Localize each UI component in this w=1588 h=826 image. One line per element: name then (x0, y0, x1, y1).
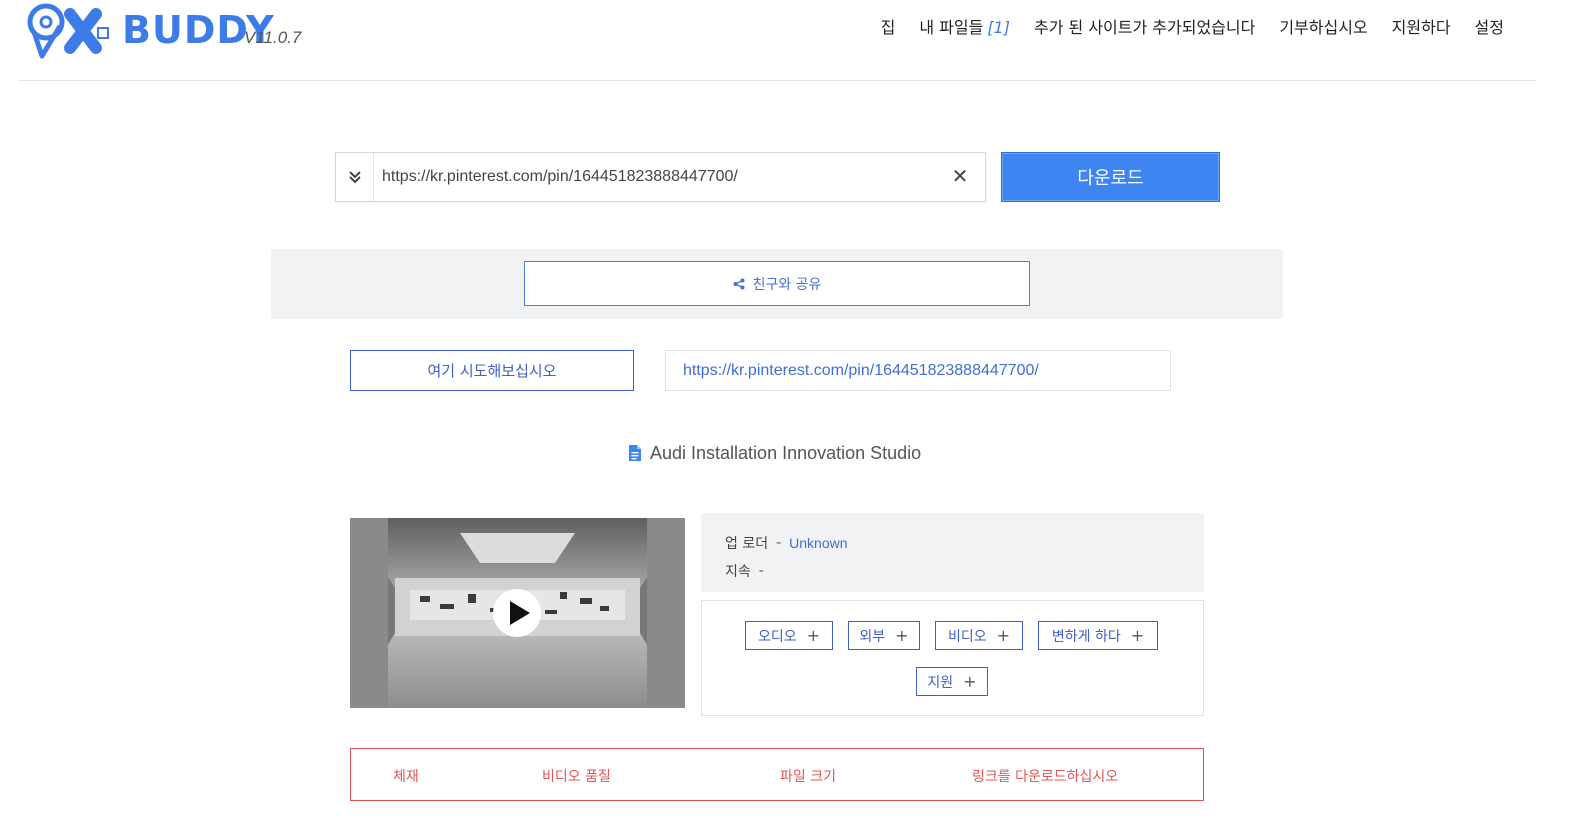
format-col-quality: 비디오 품질 (542, 769, 611, 785)
media-info-panel: 업 로더 - Unknown 지속 - (701, 513, 1204, 592)
header: BUDDY V11.0.7 집 내 파일들 [1] 추가 된 사이트가 추가되었습… (0, 0, 1588, 82)
external-option-label: 외부 (859, 628, 886, 645)
plus-icon: + (806, 626, 821, 645)
share-button[interactable]: 친구와 공유 (524, 261, 1030, 306)
support-option-button[interactable]: 지원 + (916, 667, 988, 696)
nav-settings-label: 설정 (1474, 18, 1504, 37)
try-here-button[interactable]: 여기 시도해보십시오 (350, 350, 634, 391)
convert-option-button[interactable]: 변하게 하다 + (1038, 621, 1158, 650)
plus-icon: + (996, 626, 1011, 645)
uploader-sep: - (776, 535, 782, 551)
top-nav: 집 내 파일들 [1] 추가 된 사이트가 추가되었습니다 기부하십시오 지원하다… (881, 14, 1504, 38)
logo-mark-icon (27, 3, 109, 59)
nav-donate[interactable]: 기부하십시오 (1279, 14, 1367, 38)
chevron-double-down-icon[interactable] (336, 153, 374, 201)
try-here-link[interactable]: https://kr.pinterest.com/pin/16445182388… (683, 362, 1039, 380)
plus-icon: + (963, 672, 977, 691)
thumbnail-image (350, 518, 685, 708)
nav-settings[interactable]: 설정 (1475, 14, 1504, 38)
media-title: Audi Installation Innovation Studio (628, 441, 921, 465)
url-bar: ✕ (335, 152, 986, 202)
uploader-label: 업 로더 (725, 536, 769, 552)
video-option-label: 비디오 (947, 628, 987, 645)
plus-icon: + (1130, 626, 1145, 645)
share-icon (733, 278, 745, 289)
download-button[interactable]: 다운로드 (1001, 152, 1220, 202)
nav-support[interactable]: 지원하다 (1392, 14, 1451, 38)
support-option-label: 지원 (927, 674, 954, 691)
duration-label: 지속 (725, 564, 751, 580)
nav-my-files-label: 내 파일들 (919, 18, 984, 37)
uploader-row: 업 로더 - Unknown (725, 529, 1204, 557)
app-version: V11.0.7 (244, 28, 302, 47)
format-col-link: 링크를 다운로드하십시오 (972, 769, 1119, 785)
video-option-button[interactable]: 비디오 + (935, 621, 1023, 650)
header-divider (18, 80, 1536, 81)
plus-icon: + (895, 626, 909, 645)
nav-support-label: 지원하다 (1391, 18, 1451, 37)
clear-icon[interactable]: ✕ (949, 165, 971, 187)
nav-home[interactable]: 집 (881, 14, 896, 38)
format-table-header: 체재 비디오 품질 파일 크기 링크를 다운로드하십시오 (350, 748, 1204, 801)
external-option-button[interactable]: 외부 + (848, 621, 920, 650)
audio-option-button[interactable]: 오디오 + (745, 621, 833, 650)
nav-home-label: 집 (880, 18, 896, 37)
uploader-value[interactable]: Unknown (789, 535, 847, 551)
media-title-text: Audi Installation Innovation Studio (650, 442, 922, 463)
nav-added-sites[interactable]: 추가 된 사이트가 추가되었습니다 (1034, 14, 1255, 38)
nav-added-sites-label: 추가 된 사이트가 추가되었습니다 (1033, 18, 1256, 37)
share-label: 친구와 공유 (752, 276, 822, 293)
nav-my-files[interactable]: 내 파일들 [1] (919, 14, 1010, 38)
duration-sep: - (758, 563, 764, 579)
document-icon (629, 445, 641, 461)
options-panel: 오디오 + 외부 + 비디오 + 변하게 하다 + 지원 + (701, 600, 1204, 716)
nav-donate-label: 기부하십시오 (1279, 18, 1368, 37)
format-col-format: 체재 (393, 769, 419, 785)
format-col-size: 파일 크기 (780, 769, 836, 785)
nav-my-files-count: [1] (987, 18, 1010, 37)
video-thumbnail[interactable] (350, 518, 685, 708)
try-here-link-box: https://kr.pinterest.com/pin/16445182388… (665, 350, 1171, 391)
url-input[interactable] (382, 153, 942, 201)
duration-row: 지속 - (725, 557, 1204, 585)
logo[interactable]: BUDDY V11.0.7 (26, 2, 306, 59)
convert-option-label: 변하게 하다 (1051, 628, 1121, 645)
audio-option-label: 오디오 (757, 628, 797, 645)
